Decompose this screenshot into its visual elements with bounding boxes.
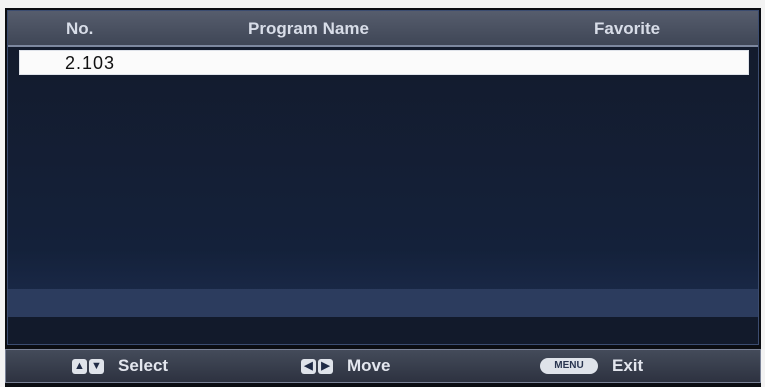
tv-osd-screen: No. Program Name Favorite 2.103 ▲ ▼ Selec…	[5, 8, 761, 387]
left-right-arrows-icon: ◀ ▶	[301, 358, 333, 374]
program-number: 2.103	[65, 53, 116, 73]
exit-hint: MENU Exit	[540, 355, 643, 377]
move-label: Move	[347, 356, 391, 375]
up-down-arrows-icon: ▲ ▼	[72, 358, 104, 374]
program-row-selected[interactable]: 2.103	[19, 50, 749, 75]
select-hint: ▲ ▼ Select	[72, 355, 168, 377]
list-bottom-band	[8, 289, 758, 317]
column-header-no: No.	[66, 19, 94, 38]
column-header-program-name: Program Name	[248, 19, 369, 38]
column-header-favorite: Favorite	[594, 19, 661, 38]
table-header: No. Program Name Favorite	[8, 11, 758, 47]
select-label: Select	[118, 356, 169, 375]
program-list-panel: No. Program Name Favorite 2.103	[7, 10, 759, 345]
exit-label: Exit	[612, 356, 644, 375]
program-list: 2.103	[8, 47, 758, 317]
menu-key-icon: MENU	[540, 358, 598, 374]
move-hint: ◀ ▶ Move	[301, 355, 390, 377]
key-hint-bar: ▲ ▼ Select ◀ ▶ Move MENU Exit	[5, 349, 761, 383]
